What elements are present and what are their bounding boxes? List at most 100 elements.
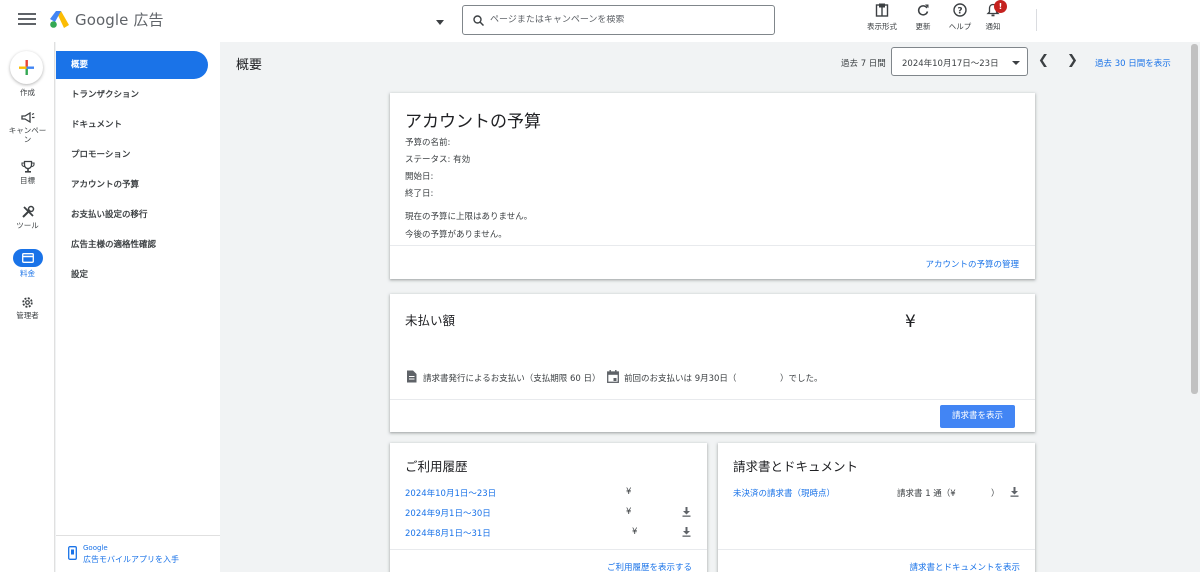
budget-note-no-limit: 現在の予算に上限はありません。 [405,212,533,222]
budget-note-no-future: 今後の予算がありません。 [405,230,507,240]
last-payment-suffix: ）でした。 [780,374,823,384]
nav-item-promotions[interactable]: プロモーション [56,141,208,169]
history-period-link[interactable]: 2024年9月1日〜30日 [405,507,491,519]
invoice-count-prefix: 請求書 1 通（¥ [897,489,956,499]
nav-item-account-budget[interactable]: アカウントの予算 [56,171,208,199]
svg-text:?: ? [957,7,962,17]
show-history-link[interactable]: ご利用履歴を表示する [607,561,692,572]
rail-billing[interactable]: 料金 [0,249,55,278]
google-ads-logo-icon [50,11,69,28]
payment-method: 請求書発行によるお支払い（支払期限 60 日） [423,374,601,384]
manage-budget-link[interactable]: アカウントの予算の管理 [925,258,1019,270]
budget-name-label: 予算の名前: [405,138,451,148]
nav-item-settings[interactable]: 設定 [56,261,208,289]
rail-tools-label: ツール [16,221,39,230]
history-period-link[interactable]: 2024年8月1日〜31日 [405,527,491,539]
rail-billing-label: 料金 [20,269,35,278]
mobile-app-promo[interactable]: Google 広告モバイルアプリを入手 [56,535,220,572]
megaphone-icon [20,112,34,124]
date-range-label: 過去 7 日間 [841,59,886,69]
page-title: 概要 [236,58,263,73]
rail-admin-label: 管理者 [16,311,39,320]
calendar-icon [607,370,619,383]
divider [390,399,1035,400]
chevron-left-icon[interactable]: ❮ [1038,53,1049,68]
download-icon[interactable] [682,527,691,537]
budget-card-title: アカウントの予算 [405,112,541,132]
menu-icon[interactable] [18,13,36,27]
chevron-down-icon [1012,61,1020,65]
notification-badge: ! [994,0,1007,13]
usage-history-card: ご利用履歴 2024年10月1日〜23日 ¥ 2024年9月1日〜30日 ¥ 2… [390,443,707,572]
history-amount: ¥ [626,487,632,497]
nav-item-advertiser-verification[interactable]: 広告主様の適格性確認 [56,231,208,259]
scrollbar-thumb[interactable] [1191,44,1198,394]
show-30-days-link[interactable]: 過去 30 日間を表示 [1095,57,1171,69]
chevron-right-icon[interactable]: ❯ [1067,53,1078,68]
unpaid-amount-card: 未払い額 ¥ 請求書発行によるお支払い（支払期限 60 日） 前回のお支払いは … [390,294,1035,432]
rail-create[interactable]: 作成 [0,86,55,97]
rail-create-label: 作成 [20,88,35,97]
document-icon [407,370,417,383]
nav-item-overview[interactable]: 概要 [56,51,208,79]
billing-pill [12,249,43,267]
refresh-icon [917,4,929,16]
budget-end-date: 終了日: [405,189,434,199]
display-format-label: 表示形式 [867,22,897,31]
app-name: Google 広告 [75,11,164,29]
unsettled-invoice-link[interactable]: 未決済の請求書（現時点） [733,487,835,499]
unpaid-amount: ¥ [905,312,916,332]
help-icon: ? [953,3,967,17]
notifications-button[interactable]: 通知 [971,3,1015,32]
rail-goals[interactable]: 目標 [0,160,55,185]
budget-start-date: 開始日: [405,172,434,182]
nav-item-transactions[interactable]: トランザクション [56,81,208,109]
phone-icon [68,546,77,560]
create-button[interactable] [10,51,43,84]
display-format-icon [875,3,889,17]
nav-item-payment-migration[interactable]: お支払い設定の移行 [56,201,208,229]
footer-google-label: Google [83,544,108,552]
rail-campaigns-label: キャンペーン [8,126,47,144]
search-box[interactable] [462,5,775,35]
google-ads-logo[interactable]: Google 広告 [50,9,164,30]
rail-campaigns[interactable]: キャンペーン [0,112,55,144]
tools-icon [21,205,34,218]
invoices-documents-card: 請求書とドキュメント 未決済の請求書（現時点） 請求書 1 通（¥ ） 請求書と… [718,443,1035,572]
rail-tools[interactable]: ツール [0,205,55,230]
account-budget-card: アカウントの予算 予算の名前: ステータス: 有効 開始日: 終了日: 現在の予… [390,93,1035,279]
divider [390,549,707,550]
rail-admin[interactable]: 管理者 [0,296,55,320]
history-amount: ¥ [626,507,632,517]
search-icon [473,14,484,26]
mobile-app-link[interactable]: 広告モバイルアプリを入手 [83,554,179,565]
gear-icon [22,297,33,308]
last-payment-prefix: 前回のお支払いは 9月30日（ [624,374,737,384]
divider [390,245,1035,246]
refresh-label: 更新 [915,22,931,31]
account-dropdown-caret-icon[interactable] [436,20,444,25]
toolbar-divider [1036,9,1037,31]
date-range-select[interactable]: 2024年10月17日〜23日 [891,47,1028,76]
view-invoice-button[interactable]: 請求書を表示 [940,405,1015,428]
rail-goals-label: 目標 [20,176,35,185]
side-nav: 概要 トランザクション ドキュメント プロモーション アカウントの予算 お支払い… [56,42,220,572]
credit-card-icon [21,253,34,263]
show-documents-link[interactable]: 請求書とドキュメントを表示 [909,561,1020,572]
docs-card-title: 請求書とドキュメント [733,459,859,474]
notifications-label: 通知 [985,22,1001,31]
history-card-title: ご利用履歴 [405,459,468,474]
invoice-count-suffix: ） [991,489,1000,499]
download-icon[interactable] [1010,487,1019,497]
budget-status: ステータス: 有効 [405,155,471,165]
search-input[interactable] [490,15,760,25]
display-format-button[interactable]: 表示形式 [860,3,904,32]
help-label: ヘルプ [948,22,972,31]
unpaid-card-title: 未払い額 [405,313,456,328]
divider [718,549,1035,550]
nav-item-documents[interactable]: ドキュメント [56,111,208,139]
history-period-link[interactable]: 2024年10月1日〜23日 [405,487,496,499]
plus-icon [19,60,34,75]
history-amount: ¥ [632,527,638,537]
download-icon[interactable] [682,507,691,517]
